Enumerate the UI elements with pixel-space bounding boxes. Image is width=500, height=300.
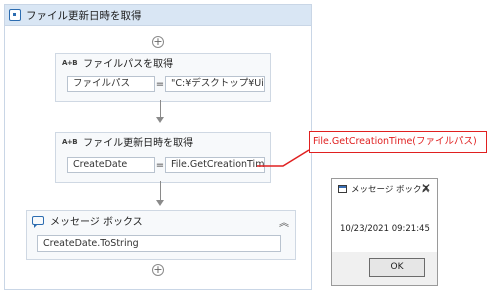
ok-button[interactable]: OK xyxy=(369,258,425,277)
message-dialog: メッセージ ボックス ✕ 10/23/2021 09:21:45 OK xyxy=(331,178,438,286)
dialog-title: メッセージ ボックス xyxy=(351,184,430,195)
annotation-pointer-line xyxy=(257,149,310,167)
dialog-footer: OK xyxy=(332,252,437,285)
window-icon xyxy=(338,184,347,193)
dialog-message: 10/23/2021 09:21:45 xyxy=(340,224,430,234)
close-icon[interactable]: ✕ xyxy=(421,181,431,195)
dialog-titlebar: メッセージ ボックス ✕ xyxy=(332,179,437,198)
annotation-callout: File.GetCreationTime(ファイルパス) xyxy=(309,131,487,153)
